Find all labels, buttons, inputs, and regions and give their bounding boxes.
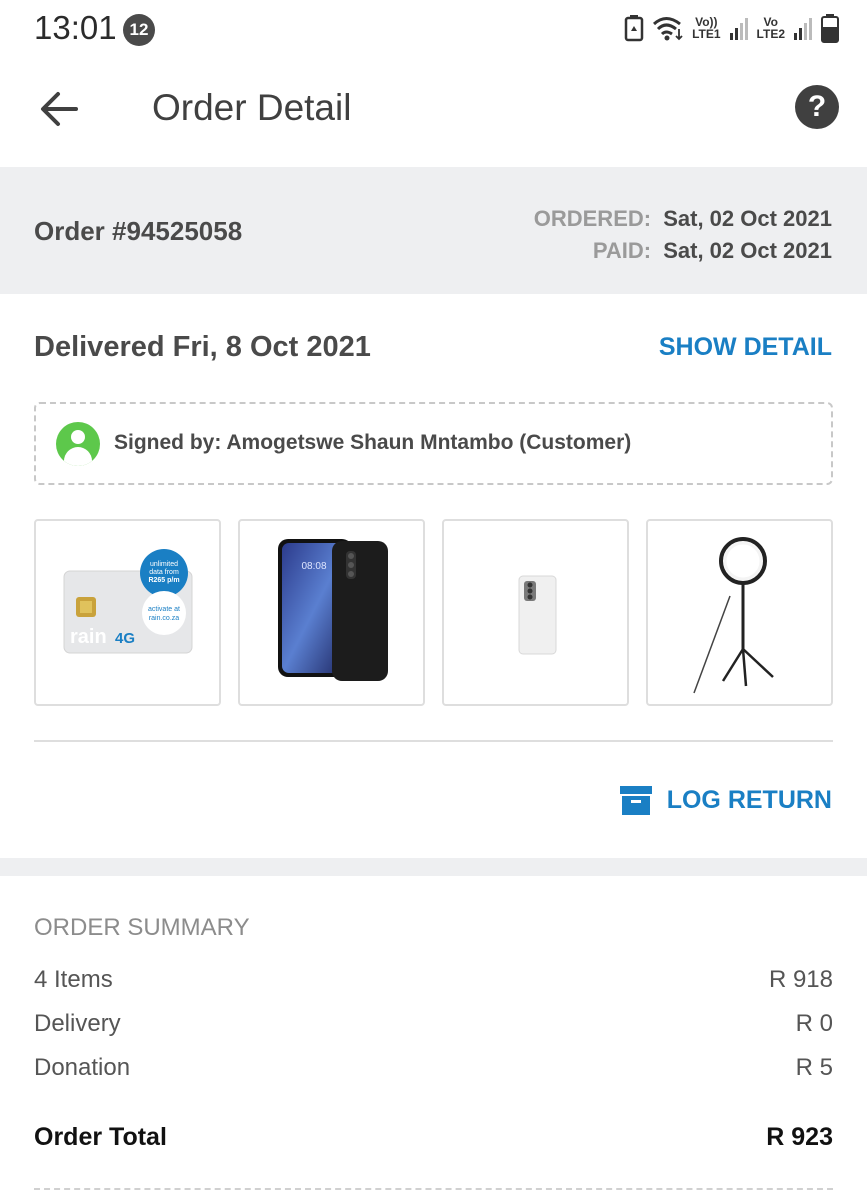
order-dates: ORDERED: Sat, 02 Oct 2021 PAID: Sat, 02 … xyxy=(534,203,832,267)
summary-row-amount: R 918 xyxy=(768,966,833,993)
paid-label: PAID: xyxy=(592,238,652,263)
status-icons: Vo)) LTE1 Vo LTE2 xyxy=(624,12,839,44)
rain-logo-text: rain xyxy=(70,626,107,648)
summary-row-amount: R 0 xyxy=(795,1010,833,1037)
rain-4g-text: 4G xyxy=(115,630,135,647)
paid-date-row: PAID: Sat, 02 Oct 2021 xyxy=(534,235,832,267)
product-tile-phone-cover[interactable] xyxy=(442,519,629,706)
order-total-label: Order Total xyxy=(34,1123,167,1151)
order-info-band: Order #94525058 ORDERED: Sat, 02 Oct 202… xyxy=(0,167,867,294)
summary-row-label: Delivery xyxy=(34,1010,121,1037)
summary-row-amount: R 5 xyxy=(795,1054,833,1081)
back-arrow-icon[interactable] xyxy=(36,86,82,132)
wifi-icon xyxy=(653,17,683,41)
ring-light-image xyxy=(693,537,774,694)
summary-title: ORDER SUMMARY xyxy=(34,914,250,941)
ordered-date: Sat, 02 Oct 2021 xyxy=(663,206,832,231)
delivery-status: Delivered Fri, 8 Oct 2021 xyxy=(34,331,371,363)
summary-row-donation: Donation R 5 xyxy=(34,1054,833,1088)
summary-row-delivery: Delivery R 0 xyxy=(34,1010,833,1044)
phone-screen-time: 08:08 xyxy=(301,561,326,572)
order-total-amount: R 923 xyxy=(766,1123,833,1151)
phone-cover-image xyxy=(518,575,557,655)
product-tile-ring-light[interactable] xyxy=(646,519,833,706)
summary-row-label: Donation xyxy=(34,1054,131,1081)
notification-count-badge: 12 xyxy=(123,14,155,46)
paid-date: Sat, 02 Oct 2021 xyxy=(663,238,832,263)
divider xyxy=(34,740,833,742)
ordered-label: ORDERED: xyxy=(533,206,652,231)
sim-activate-line2: rain.co.za xyxy=(149,615,179,622)
status-time: 13:01 xyxy=(34,9,117,46)
sim2-label-bottom: LTE2 xyxy=(756,27,785,41)
battery-icon xyxy=(821,14,839,43)
product-tile-phone[interactable]: 08:08 xyxy=(238,519,425,706)
sim-activate-line1: activate at xyxy=(148,606,180,613)
help-icon[interactable]: ? xyxy=(795,85,839,129)
order-total-row: Order Total R 923 xyxy=(34,1123,833,1157)
show-detail-button[interactable]: SHOW DETAIL xyxy=(659,333,832,362)
signed-by-text: Signed by: Amogetswe Shaun Mntambo (Cust… xyxy=(114,431,632,454)
page-title: Order Detail xyxy=(152,87,352,128)
order-number: Order #94525058 xyxy=(34,216,243,246)
sim1-lte-indicator: Vo)) LTE1 xyxy=(692,16,720,40)
sim-badge-line2: data from xyxy=(149,569,179,576)
phone-image: 08:08 xyxy=(278,539,388,681)
section-separator xyxy=(0,858,867,876)
battery-saver-icon xyxy=(624,15,644,42)
sim-badge-line3: R265 p/m xyxy=(148,577,179,584)
summary-row-items: 4 Items R 918 xyxy=(34,966,833,1000)
sim-badge-line1: unlimited xyxy=(150,561,178,568)
sim-card-image: rain 4G unlimited data from R265 p/m act… xyxy=(63,549,193,654)
ordered-date-row: ORDERED: Sat, 02 Oct 2021 xyxy=(534,203,832,235)
signed-by-box: Signed by: Amogetswe Shaun Mntambo (Cust… xyxy=(34,402,833,485)
archive-box-icon xyxy=(619,786,652,815)
sim1-label-bottom: LTE1 xyxy=(692,27,721,41)
status-bar: 13:01 12 Vo)) LTE1 Vo LTE2 xyxy=(0,0,867,56)
log-return-button[interactable]: LOG RETURN xyxy=(619,782,832,818)
log-return-label: LOG RETURN xyxy=(666,785,832,814)
bottom-divider xyxy=(34,1188,833,1190)
sim2-lte-indicator: Vo LTE2 xyxy=(757,16,785,40)
person-icon xyxy=(56,422,100,466)
app-header: Order Detail ? xyxy=(0,56,867,166)
summary-row-label: 4 Items xyxy=(34,966,113,993)
signal-strength-icon xyxy=(794,18,812,40)
signal-strength-icon xyxy=(729,18,748,40)
product-tile-sim-card[interactable]: rain 4G unlimited data from R265 p/m act… xyxy=(34,519,221,706)
